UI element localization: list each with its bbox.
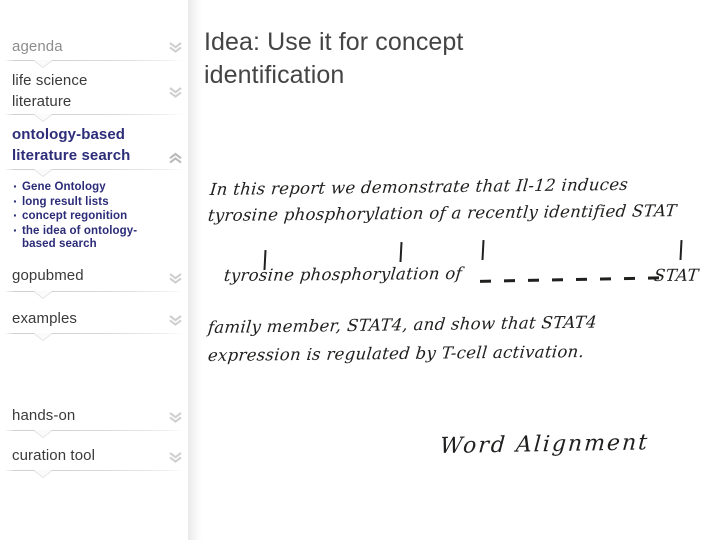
sidebar-navigation: agenda life science literature ontology-… xyxy=(0,0,188,540)
chevron-down-double-icon[interactable] xyxy=(168,411,183,424)
alignment-tick-icon xyxy=(679,239,683,261)
chevron-down-double-icon[interactable] xyxy=(168,314,183,327)
handwriting-line-2: tyrosine phosphorylation of a recently i… xyxy=(207,201,678,226)
sidebar-item-life-science-literature[interactable]: life science literature xyxy=(0,70,188,112)
sidebar-separator xyxy=(4,114,184,115)
alignment-tick-icon xyxy=(481,239,485,261)
chevron-down-double-icon[interactable] xyxy=(168,41,183,54)
list-item[interactable]: Gene Ontology xyxy=(12,180,188,195)
sidebar-separator xyxy=(4,470,184,471)
handwriting-caption: Word Alignment xyxy=(439,430,650,460)
sidebar-separator xyxy=(4,60,184,61)
list-item[interactable]: the idea of ontology- based search xyxy=(12,224,188,252)
handwriting-line-5: expression is regulated by T-cell activa… xyxy=(207,342,586,366)
sidebar-item-label: curation tool xyxy=(12,447,96,464)
sidebar-separator xyxy=(4,291,184,292)
sidebar-separator xyxy=(4,169,184,170)
list-item[interactable]: concept regonition xyxy=(12,209,188,224)
page-title: Idea: Use it for concept identification xyxy=(204,28,464,89)
sidebar-item-ontology-based-literature-search[interactable]: ontology-based literature search xyxy=(0,124,188,166)
handwriting-line-3-end: STAT xyxy=(653,265,700,286)
sidebar-item-gopubmed[interactable]: gopubmed xyxy=(0,265,188,286)
sidebar-item-hands-on[interactable]: hands-on xyxy=(0,405,188,426)
sidebar-separator-notch xyxy=(34,470,52,477)
slide-content: Idea: Use it for concept identification … xyxy=(202,0,720,540)
sidebar-item-examples[interactable]: examples xyxy=(0,308,188,329)
sidebar-item-curation-tool[interactable]: curation tool xyxy=(0,445,188,466)
handwritten-annotation: In this report we demonstrate that Il-12… xyxy=(202,174,720,478)
sidebar-separator xyxy=(4,430,184,431)
sidebar-separator-notch xyxy=(34,291,52,298)
alignment-tick-icon xyxy=(399,241,403,263)
slide-canvas: agenda life science literature ontology-… xyxy=(0,0,720,540)
alignment-dashes xyxy=(479,276,671,283)
handwriting-line-4: family member, STAT4, and show that STAT… xyxy=(207,312,598,338)
sidebar-item-agenda[interactable]: agenda xyxy=(0,36,188,57)
chevron-down-double-icon[interactable] xyxy=(168,86,183,99)
handwriting-line-1: In this report we demonstrate that Il-12… xyxy=(209,174,630,200)
sidebar-item-label: ontology-based literature search xyxy=(12,126,131,164)
sidebar-separator-notch xyxy=(34,430,52,437)
sidebar-separator-notch xyxy=(34,169,52,176)
sidebar-item-label: agenda xyxy=(12,38,63,55)
sidebar-separator-notch xyxy=(34,114,52,121)
chevron-up-double-icon[interactable] xyxy=(168,152,183,165)
handwriting-line-3: tyrosine phosphorylation of xyxy=(223,263,463,286)
sidebar-separator-notch xyxy=(34,333,52,340)
sidebar-separator-notch xyxy=(34,60,52,67)
sidebar-divider xyxy=(188,0,202,540)
sidebar-sublist: Gene Ontology long result lists concept … xyxy=(12,180,188,253)
sidebar-item-label: life science literature xyxy=(12,72,88,110)
sidebar-item-label: hands-on xyxy=(12,407,76,424)
list-item[interactable]: long result lists xyxy=(12,195,188,210)
sidebar-separator xyxy=(4,333,184,334)
sidebar-item-label: examples xyxy=(12,310,77,327)
sidebar-item-label: gopubmed xyxy=(12,267,84,284)
chevron-down-double-icon[interactable] xyxy=(168,272,183,285)
chevron-down-double-icon[interactable] xyxy=(168,451,183,464)
